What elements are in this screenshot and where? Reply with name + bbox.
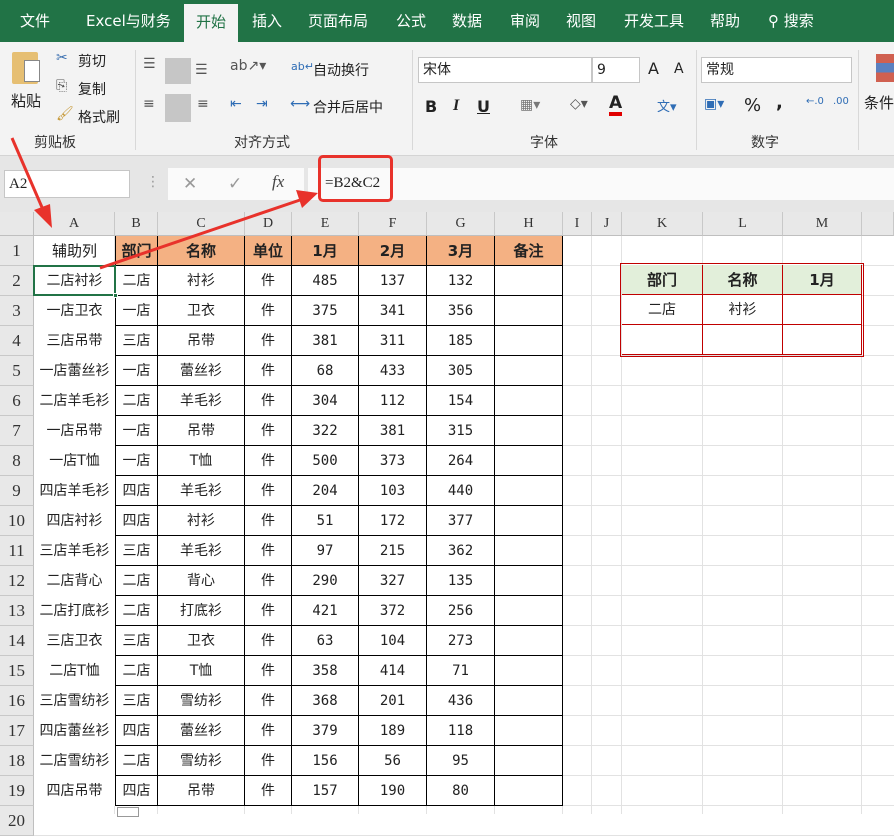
annotation-arrows <box>10 137 318 270</box>
arrow-to-a2 <box>10 137 46 213</box>
arrowhead-formula <box>296 190 318 208</box>
arrowhead-a2 <box>34 204 52 228</box>
arrow-to-formula <box>99 198 301 270</box>
